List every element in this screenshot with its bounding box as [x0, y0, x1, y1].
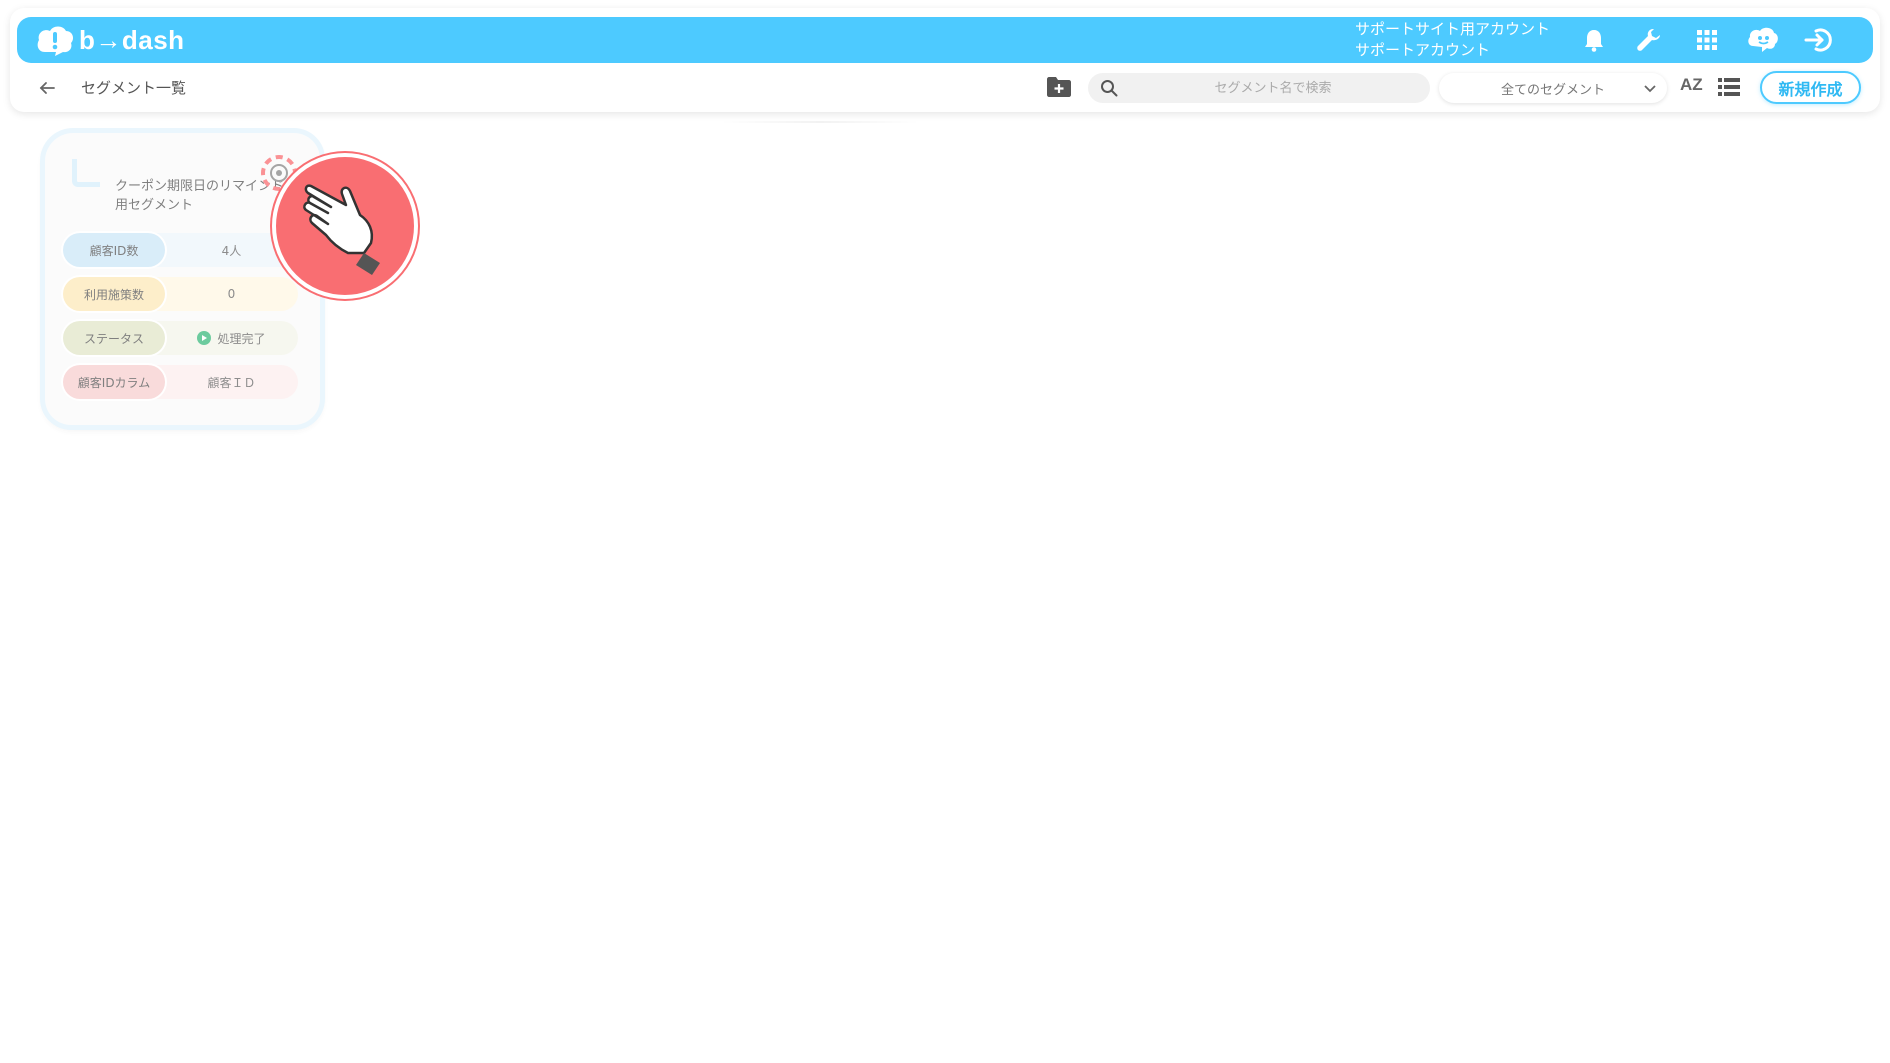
page-title: セグメント一覧	[81, 79, 187, 97]
card-row-customer-id-column: 顧客IDカラム 顧客ＩＤ	[63, 365, 298, 399]
chat-bot-icon[interactable]	[1747, 24, 1779, 56]
hand-pointer-icon	[272, 153, 418, 299]
chevron-down-icon	[1644, 85, 1656, 93]
status-text: 処理完了	[217, 331, 266, 346]
search-icon	[1101, 80, 1118, 97]
logo[interactable]: b→dash	[35, 21, 185, 59]
card-row-customer-id-count: 顧客ID数 4人	[63, 233, 298, 267]
search-input[interactable]	[1128, 73, 1418, 103]
top-bar: b→dash サポートサイト用アカウント サポートアカウント	[17, 17, 1873, 63]
card-row-label: 利用施策数	[63, 277, 165, 311]
add-folder-icon[interactable]	[1046, 76, 1074, 100]
card-row-label: 顧客IDカラム	[63, 365, 165, 399]
list-view-icon[interactable]	[1718, 78, 1742, 98]
card-row-status: ステータス 処理完了	[63, 321, 298, 355]
logo-cloud-icon	[37, 26, 74, 56]
apps-grid-icon[interactable]	[1691, 24, 1723, 56]
card-row-campaign-count: 利用施策数 0	[63, 277, 298, 311]
sort-az-icon[interactable]: AZ	[1680, 75, 1708, 101]
account-info[interactable]: サポートサイト用アカウント サポートアカウント	[1355, 19, 1550, 61]
card-row-label: ステータス	[63, 321, 165, 355]
wrench-icon[interactable]	[1633, 24, 1665, 56]
arrow-left-icon[interactable]	[34, 76, 60, 100]
card-row-value: 顧客ＩＤ	[207, 375, 256, 390]
segment-filter-value: 全てのセグメント	[1500, 82, 1605, 98]
account-user-name: サポートアカウント	[1355, 41, 1491, 59]
card-corner-decoration	[72, 159, 100, 187]
new-create-button[interactable]: 新規作成	[1760, 71, 1861, 104]
divider	[720, 121, 920, 123]
status-complete-icon	[197, 331, 212, 345]
card-row-label: 顧客ID数	[63, 233, 165, 267]
sort-az-label: AZ	[1680, 75, 1703, 94]
logo-text: b→dash	[79, 24, 185, 55]
segment-filter-select[interactable]: 全てのセグメント	[1439, 73, 1667, 103]
bell-icon[interactable]	[1578, 24, 1610, 56]
card-row-value: 処理完了	[165, 330, 298, 347]
search-box	[1088, 73, 1430, 103]
account-site-name: サポートサイト用アカウント	[1355, 20, 1551, 38]
logout-icon[interactable]	[1803, 24, 1835, 56]
